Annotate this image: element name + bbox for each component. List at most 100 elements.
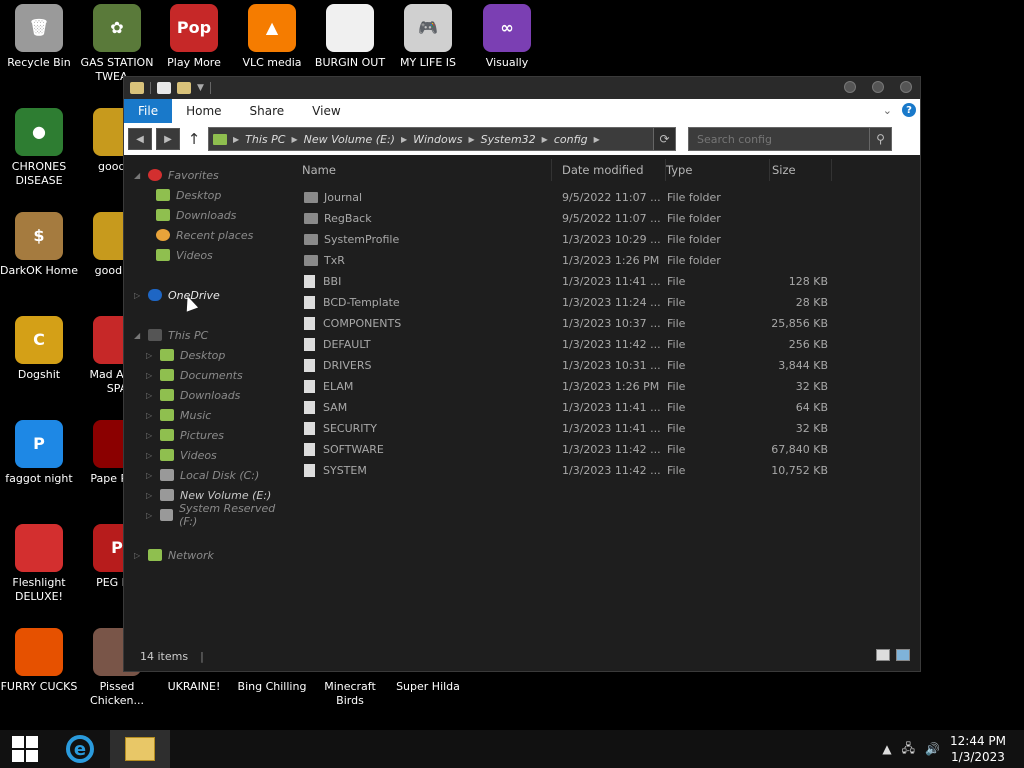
desktop-icon-item[interactable]: 🗑 Recycle Bin: [0, 4, 78, 70]
breadcrumb-windows[interactable]: Windows: [413, 133, 462, 146]
collapse-arrow-icon[interactable]: ◢: [134, 171, 142, 180]
expand-arrow-icon[interactable]: ▷: [146, 371, 154, 380]
breadcrumb-arrow-icon[interactable]: ▶: [291, 135, 297, 144]
nav-this-pc-downloads[interactable]: ▷ Downloads: [124, 385, 292, 405]
file-row[interactable]: COMPONENTS 1/3/2023 10:37 ... File 25,856 K…: [292, 313, 920, 334]
nav-this-pc-pictures[interactable]: ▷ Pictures: [124, 425, 292, 445]
search-box[interactable]: ⚲: [688, 127, 892, 151]
breadcrumb-config[interactable]: config: [554, 133, 588, 146]
details-view-icon[interactable]: [876, 649, 890, 661]
nav-system-reserved-f[interactable]: ▷ System Reserved (F:): [124, 502, 292, 528]
network-icon[interactable]: 🖧: [902, 739, 915, 760]
tab-home[interactable]: Home: [172, 99, 235, 123]
nav-local-disk-c[interactable]: ▷ Local Disk (C:): [124, 465, 292, 485]
desktop-icon-item[interactable]: 🎮 MY LIFE IS: [389, 4, 467, 70]
nav-this-pc-videos[interactable]: ▷ Videos: [124, 445, 292, 465]
search-icon[interactable]: ⚲: [869, 128, 891, 150]
desktop-icon-item[interactable]: Pop Play More: [155, 4, 233, 70]
expand-arrow-icon[interactable]: ▷: [146, 391, 154, 400]
nav-favorites-videos[interactable]: Videos: [124, 245, 292, 265]
file-row[interactable]: SYSTEM 1/3/2023 11:42 ... File 10,752 KB: [292, 460, 920, 481]
file-row[interactable]: BCD-Template 1/3/2023 11:24 ... File 28 KB: [292, 292, 920, 313]
address-bar[interactable]: ▶ This PC ▶ New Volume (E:) ▶ Windows ▶ …: [208, 127, 676, 151]
breadcrumb-new-volume[interactable]: New Volume (E:): [304, 133, 395, 146]
refresh-icon[interactable]: ⟳: [653, 128, 675, 150]
file-row[interactable]: TxR 1/3/2023 1:26 PM File folder: [292, 250, 920, 271]
file-row[interactable]: Journal 9/5/2022 11:07 ... File folder: [292, 187, 920, 208]
expand-arrow-icon[interactable]: ▷: [146, 511, 154, 520]
nav-this-pc-music[interactable]: ▷ Music: [124, 405, 292, 425]
large-icons-view-icon[interactable]: [896, 649, 910, 661]
up-button[interactable]: ↑: [184, 130, 204, 148]
back-button[interactable]: ◀: [128, 128, 152, 150]
desktop-icon-item[interactable]: C Dogshit: [0, 316, 78, 382]
column-header-type[interactable]: Type: [666, 159, 770, 181]
help-icon[interactable]: ?: [902, 103, 916, 117]
collapse-arrow-icon[interactable]: ◢: [134, 331, 142, 340]
nav-network[interactable]: ▷ Network: [124, 545, 292, 565]
file-row[interactable]: DEFAULT 1/3/2023 11:42 ... File 256 KB: [292, 334, 920, 355]
minimize-button[interactable]: [844, 81, 856, 93]
nav-favorites-recent-places[interactable]: Recent places: [124, 225, 292, 245]
customize-quick-access-icon[interactable]: ▼: [197, 83, 204, 93]
expand-arrow-icon[interactable]: ▷: [134, 291, 142, 300]
expand-arrow-icon[interactable]: ▷: [146, 431, 154, 440]
start-button[interactable]: [0, 730, 50, 768]
desktop-icon-item[interactable]: ▲ VLC media: [233, 4, 311, 70]
desktop-icon-item[interactable]: Pfaggot night: [0, 420, 78, 486]
column-header-size[interactable]: Size: [772, 159, 832, 181]
forward-button[interactable]: ▶: [156, 128, 180, 150]
breadcrumb-arrow-icon[interactable]: ▶: [542, 135, 548, 144]
desktop-icon-item[interactable]: Fleshlight DELUXE!: [0, 524, 78, 604]
maximize-button[interactable]: [872, 81, 884, 93]
expand-arrow-icon[interactable]: ▷: [146, 451, 154, 460]
tab-file[interactable]: File: [124, 99, 173, 123]
file-row[interactable]: SystemProfile 1/3/2023 10:29 ... File fold…: [292, 229, 920, 250]
expand-arrow-icon[interactable]: ▷: [146, 491, 154, 500]
desktop-icon-item[interactable]: BURGIN OUT: [311, 4, 389, 70]
volume-icon[interactable]: 🔊: [925, 742, 940, 756]
breadcrumb-arrow-icon[interactable]: ▶: [594, 135, 600, 144]
file-row[interactable]: SECURITY 1/3/2023 11:41 ... File 32 KB: [292, 418, 920, 439]
desktop-icon-item[interactable]: ● CHRONES DISEASE: [0, 108, 78, 188]
taskbar-internet-explorer[interactable]: e: [50, 730, 110, 768]
nav-favorites-downloads[interactable]: Downloads: [124, 205, 292, 225]
nav-this-pc-desktop[interactable]: ▷ Desktop: [124, 345, 292, 365]
properties-icon[interactable]: [157, 82, 171, 94]
nav-favorites-desktop[interactable]: Desktop: [124, 185, 292, 205]
breadcrumb-this-pc[interactable]: This PC: [245, 133, 285, 146]
new-folder-icon[interactable]: [177, 82, 191, 94]
expand-arrow-icon[interactable]: ▷: [134, 551, 142, 560]
nav-onedrive[interactable]: ▷ OneDrive: [124, 285, 292, 305]
tab-view[interactable]: View: [298, 99, 354, 123]
search-input[interactable]: [697, 132, 869, 146]
breadcrumb-arrow-icon[interactable]: ▶: [233, 135, 239, 144]
file-row[interactable]: SOFTWARE 1/3/2023 11:42 ... File 67,840 KB: [292, 439, 920, 460]
nav-this-pc-documents[interactable]: ▷ Documents: [124, 365, 292, 385]
breadcrumb-arrow-icon[interactable]: ▶: [401, 135, 407, 144]
file-row[interactable]: RegBack 9/5/2022 11:07 ... File folder: [292, 208, 920, 229]
file-row[interactable]: BBI 1/3/2023 11:41 ... File 128 KB: [292, 271, 920, 292]
expand-arrow-icon[interactable]: ▷: [146, 351, 154, 360]
column-header-date-modified[interactable]: Date modified: [562, 159, 666, 181]
nav-this-pc[interactable]: ◢ This PC: [124, 325, 292, 345]
clock[interactable]: 12:44 PM 1/3/2023: [950, 733, 1006, 765]
show-hidden-icons-icon[interactable]: ▲: [882, 742, 891, 756]
desktop-icon-item[interactable]: FURRY CUCKS: [0, 628, 78, 694]
file-row[interactable]: SAM 1/3/2023 11:41 ... File 64 KB: [292, 397, 920, 418]
file-row[interactable]: DRIVERS 1/3/2023 10:31 ... File 3,844 KB: [292, 355, 920, 376]
taskbar-file-explorer[interactable]: [110, 730, 170, 768]
tab-share[interactable]: Share: [236, 99, 299, 123]
expand-arrow-icon[interactable]: ▷: [146, 411, 154, 420]
close-button[interactable]: [900, 81, 912, 93]
desktop-icon-item[interactable]: $ DarkOK Home: [0, 212, 78, 278]
desktop-icon-item[interactable]: ∞ Visually: [468, 4, 546, 70]
expand-ribbon-icon[interactable]: ⌄: [883, 104, 892, 117]
nav-favorites[interactable]: ◢ Favorites: [124, 165, 292, 185]
column-header-name[interactable]: Name: [302, 159, 552, 181]
breadcrumb-system32[interactable]: System32: [481, 133, 536, 146]
breadcrumb-arrow-icon[interactable]: ▶: [468, 135, 474, 144]
expand-arrow-icon[interactable]: ▷: [146, 471, 154, 480]
file-row[interactable]: ELAM 1/3/2023 1:26 PM File 32 KB: [292, 376, 920, 397]
desktop-icon-item[interactable]: ✿ GAS STATION TWEA…: [78, 4, 156, 84]
